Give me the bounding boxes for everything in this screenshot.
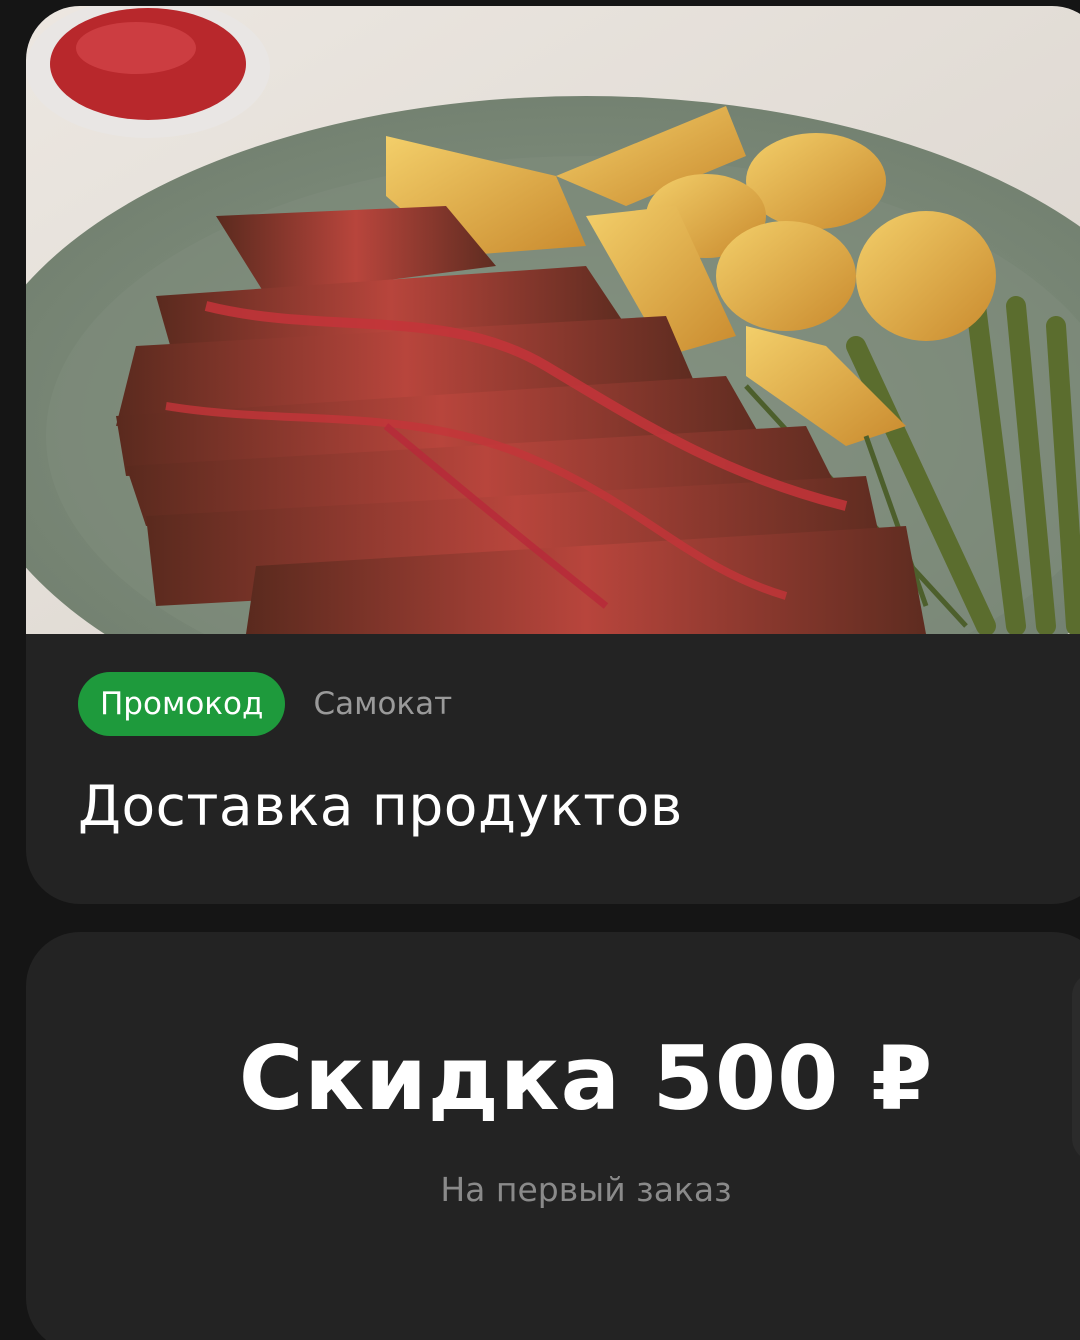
discount-note: На первый заказ bbox=[440, 1170, 732, 1209]
next-card-edge[interactable] bbox=[1072, 972, 1080, 1162]
discount-amount: Скидка 500 ₽ bbox=[238, 1027, 934, 1130]
promo-badge: Промокод bbox=[78, 672, 286, 736]
offer-card[interactable]: Промокод Самокат Доставка продуктов bbox=[26, 6, 1080, 904]
food-image bbox=[26, 6, 1080, 634]
discount-card[interactable]: Скидка 500 ₽ На первый заказ bbox=[26, 932, 1080, 1340]
offer-tags: Промокод Самокат bbox=[78, 672, 452, 736]
promo-screen: Промокод Самокат Доставка продуктов Скид… bbox=[0, 0, 1080, 1340]
offer-title: Доставка продуктов bbox=[78, 774, 683, 838]
brand-name: Самокат bbox=[313, 686, 453, 722]
